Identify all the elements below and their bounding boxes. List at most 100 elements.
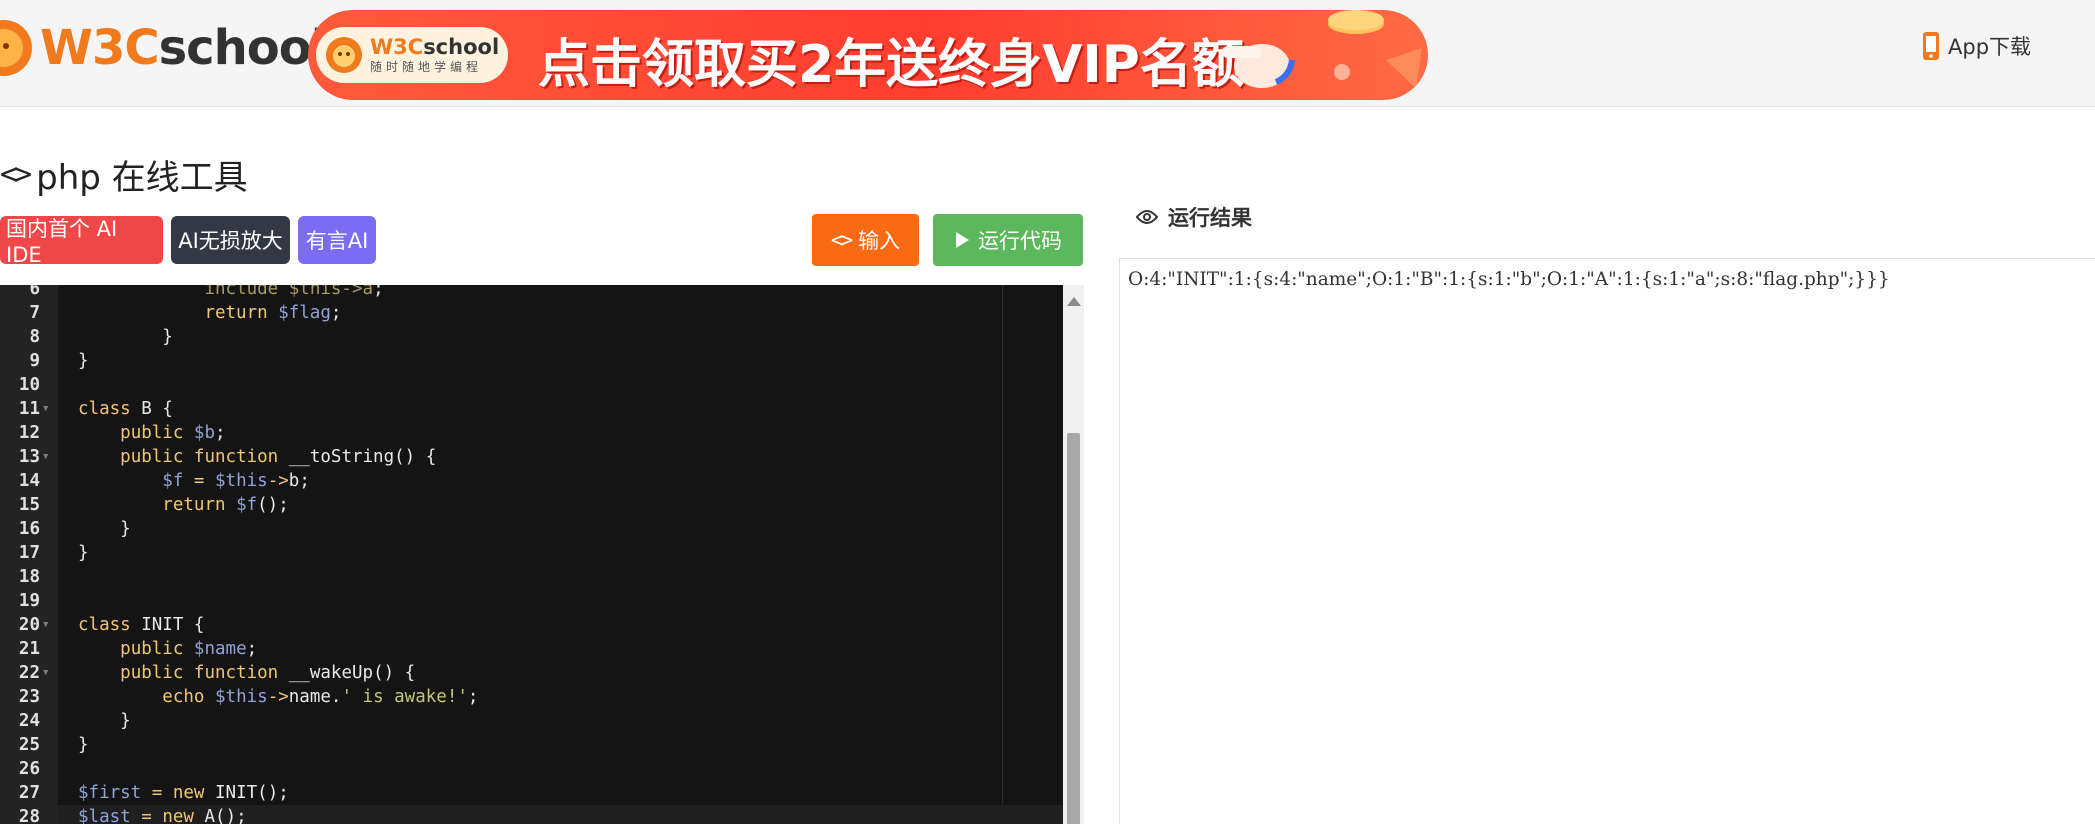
scrollbar-thumb[interactable] <box>1067 433 1080 824</box>
banner-brand-name: W3Cschool <box>370 34 500 59</box>
youyan-ai-tag-link[interactable]: 有言AI <box>298 216 376 264</box>
scroll-up-arrow-icon[interactable] <box>1067 297 1081 306</box>
code-line[interactable]: 26 <box>19 757 1084 781</box>
code-text: } <box>78 351 89 371</box>
logo-wordmark: W3Cschool <box>40 20 327 76</box>
lion-logo-icon <box>0 20 32 76</box>
line-number: 7 <box>29 303 40 323</box>
fold-arrow-icon[interactable]: ▼ <box>43 397 48 421</box>
ai-upscale-tag-link[interactable]: AI无损放大 <box>171 216 290 264</box>
page-title-text: php 在线工具 <box>36 158 248 198</box>
code-text: $f = $this->b; <box>162 471 310 491</box>
code-line[interactable]: 9} <box>29 349 1084 373</box>
code-line[interactable]: 10 <box>19 373 1084 397</box>
fold-arrow-icon[interactable]: ▼ <box>43 445 48 469</box>
w3cschool-logo[interactable]: W3Cschool <box>0 16 327 80</box>
line-number: 13 <box>18 447 40 467</box>
line-number: 18 <box>18 567 40 587</box>
code-text: public $name; <box>120 639 258 659</box>
code-line[interactable]: 18 <box>19 565 1084 589</box>
coins-decoration-icon <box>1328 10 1422 88</box>
result-header: 运行结果 <box>1136 202 1252 232</box>
code-line[interactable]: 17} <box>19 541 1084 565</box>
code-line[interactable]: 24 } <box>19 709 1084 733</box>
line-number: 9 <box>29 351 40 371</box>
code-text: } <box>78 735 89 755</box>
line-number: 14 <box>18 471 40 491</box>
code-text: include $this->a; <box>204 285 384 299</box>
code-editor[interactable]: 6 include $this->a; 7 return $flag; 8 } 9} 1… <box>0 285 1084 824</box>
code-line[interactable]: 14 $f = $this->b; <box>19 469 1084 493</box>
code-text: return $f(); <box>162 495 289 515</box>
code-text: public $b; <box>120 423 226 443</box>
code-line[interactable]: 13 ▼ public function __toString() { <box>19 445 1084 469</box>
code-line[interactable]: 27 $first = new INIT(); <box>19 781 1084 805</box>
line-number: 26 <box>18 759 40 779</box>
app-download-link[interactable]: App下载 <box>1922 28 2031 64</box>
code-text: } <box>78 519 131 539</box>
result-title: 运行结果 <box>1168 206 1252 230</box>
code-line[interactable]: 21 public $name; <box>19 637 1084 661</box>
code-text: $last = new A(); <box>78 807 247 824</box>
code-line[interactable]: 19 <box>19 589 1084 613</box>
code-lines[interactable]: 6 include $this->a; 7 return $flag; 8 } 9} 1… <box>19 285 1084 824</box>
run-code-button[interactable]: 运行代码 <box>933 214 1083 266</box>
code-line[interactable]: 7 return $flag; <box>29 301 1084 325</box>
line-number: 24 <box>18 711 40 731</box>
line-number: 11 <box>18 399 40 419</box>
input-button[interactable]: <> 输入 <box>812 214 919 266</box>
code-line[interactable]: 6 include $this->a; <box>29 285 1084 301</box>
code-text: echo $this->name.' is awake!'; <box>162 687 479 707</box>
line-number: 27 <box>18 783 40 803</box>
code-line[interactable]: 16 } <box>19 517 1084 541</box>
code-line[interactable]: 25} <box>19 733 1084 757</box>
pointing-hand-icon <box>1222 44 1295 88</box>
code-line[interactable]: 28 $last = new A(); <box>19 805 1084 824</box>
page-title: <> php 在线工具 <box>0 150 248 199</box>
fold-arrow-icon[interactable]: ▼ <box>43 661 48 685</box>
fold-arrow-icon[interactable]: ▼ <box>43 613 48 637</box>
line-number: 16 <box>18 519 40 539</box>
editor-scrollbar[interactable] <box>1063 285 1084 824</box>
ai-ide-tag-link[interactable]: 国内首个 AI IDE <box>0 216 163 267</box>
line-number: 22 <box>18 663 40 683</box>
code-text: } <box>78 543 89 563</box>
line-number: 25 <box>18 735 40 755</box>
lion-logo-icon <box>326 37 362 73</box>
code-line[interactable]: 20 ▼ class INIT { <box>19 613 1084 637</box>
code-text: } <box>78 711 131 731</box>
code-text: class B { <box>78 399 173 419</box>
code-text: public function __toString() { <box>120 447 437 467</box>
code-line[interactable]: 15 return $f(); <box>19 493 1084 517</box>
promo-banner[interactable]: W3Cschool 随时随地学编程 点击领取买2年送终身VIP名额 <box>308 10 1428 100</box>
line-number: 12 <box>18 423 40 443</box>
line-number: 23 <box>18 687 40 707</box>
banner-brand-tagline: 随时随地学编程 <box>370 59 483 74</box>
code-text: class INIT { <box>78 615 205 635</box>
line-number: 17 <box>18 543 40 563</box>
code-line[interactable]: 23 echo $this->name.' is awake!'; <box>19 685 1084 709</box>
eye-icon <box>1136 210 1158 224</box>
code-text: $first = new INIT(); <box>78 783 289 803</box>
line-number: 20 <box>18 615 40 635</box>
result-output-text: O:4:"INIT":1:{s:4:"name";O:1:"B":1:{s:1:… <box>1128 269 1890 290</box>
code-line[interactable]: 11 ▼ class B { <box>19 397 1084 421</box>
code-text: public function __wakeUp() { <box>120 663 416 683</box>
line-number: 8 <box>29 327 40 347</box>
code-text: } <box>78 327 173 347</box>
banner-slogan: 点击领取买2年送终身VIP名额 <box>538 35 1244 95</box>
code-line[interactable]: 22 ▼ public function __wakeUp() { <box>19 661 1084 685</box>
play-icon <box>956 232 969 248</box>
code-line[interactable]: 8 } <box>29 325 1084 349</box>
mobile-phone-icon <box>1923 32 1939 60</box>
input-button-label: 输入 <box>858 229 901 253</box>
code-line[interactable]: 12 public $b; <box>19 421 1084 445</box>
line-number: 10 <box>18 375 40 395</box>
code-icon: <> <box>830 228 853 252</box>
result-output-panel[interactable]: O:4:"INIT":1:{s:4:"name";O:1:"B":1:{s:1:… <box>1119 258 2095 824</box>
run-code-button-label: 运行代码 <box>978 229 1062 253</box>
